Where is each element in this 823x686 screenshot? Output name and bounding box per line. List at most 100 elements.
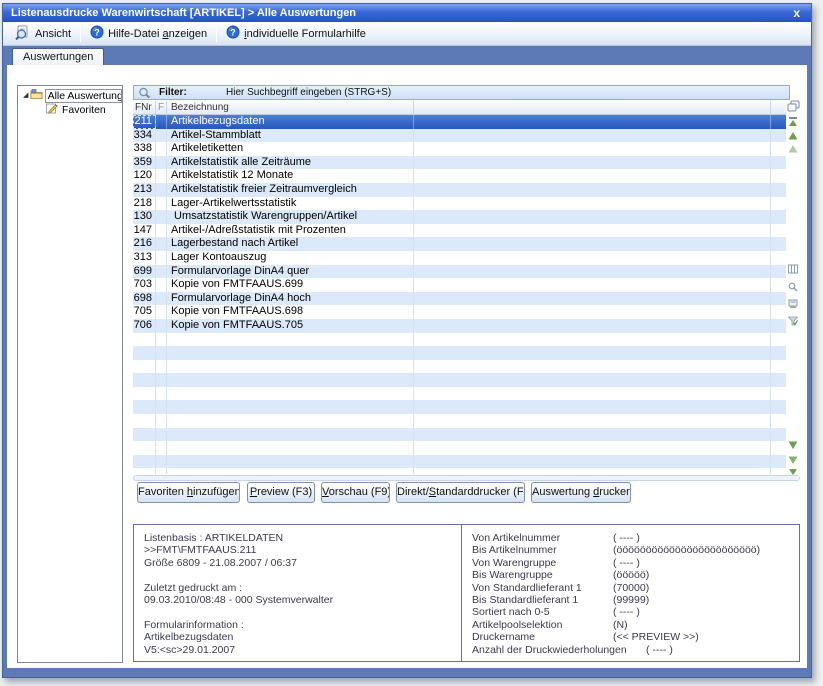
cell-rest bbox=[414, 129, 771, 143]
page-down-icon[interactable] bbox=[788, 455, 798, 465]
tab-label: Auswertungen bbox=[23, 51, 93, 63]
grid-empty-row bbox=[133, 346, 786, 360]
cell-bezeichnung: Artikelstatistik freier Zeitraumvergleic… bbox=[167, 183, 414, 197]
table-row[interactable]: 120Artikelstatistik 12 Monate bbox=[133, 169, 786, 183]
tree-item-label: Alle Auswertungen bbox=[45, 89, 122, 103]
preview-button[interactable]: Preview (F3) bbox=[247, 482, 315, 503]
parameter-label: Von Artikelnummer bbox=[472, 532, 613, 544]
cell-flag bbox=[156, 400, 167, 414]
hilfe-datei-label: Hilfe-Datei anzeigen bbox=[108, 28, 207, 40]
grid-scroll-rail[interactable] bbox=[787, 115, 800, 474]
tree-item-alle-auswertungen[interactable]: ◢ Alle Auswertungen bbox=[18, 89, 122, 103]
table-row[interactable]: 705Kopie von FMTFAAUS.698 bbox=[133, 305, 786, 319]
cell-flag bbox=[156, 169, 167, 183]
cell-flag bbox=[156, 387, 167, 401]
tree-panel: ◢ Alle Auswertungen Favoriten bbox=[17, 85, 123, 663]
parameter-value: ( ---- ) bbox=[613, 557, 640, 569]
cell-bezeichnung: Artikelstatistik alle Zeiträume bbox=[167, 156, 414, 170]
app-window: Listenausdrucke Warenwirtschaft [ARTIKEL… bbox=[2, 3, 812, 678]
column-header-bezeichnung[interactable]: Bezeichnung bbox=[167, 101, 414, 114]
cell-flag bbox=[156, 210, 167, 224]
table-row[interactable]: 218Lager-Artikelwertsstatistik bbox=[133, 197, 786, 211]
scroll-to-top-icon[interactable] bbox=[788, 117, 798, 127]
tree-item-label: Favoriten bbox=[60, 104, 108, 116]
info-line bbox=[144, 569, 457, 581]
cell-fnr: 338 bbox=[133, 142, 156, 156]
title-bar[interactable]: Listenausdrucke Warenwirtschaft [ARTIKEL… bbox=[3, 4, 811, 22]
ansicht-button[interactable]: Ansicht bbox=[8, 24, 78, 44]
cell-bezeichnung bbox=[167, 346, 414, 360]
cell-fnr: 359 bbox=[133, 156, 156, 170]
table-row[interactable]: 706Kopie von FMTFAAUS.705 bbox=[133, 319, 786, 333]
filter-bar[interactable]: Filter: Hier Suchbegriff eingeben (STRG+… bbox=[133, 85, 790, 100]
cell-bezeichnung: Artikeletiketten bbox=[167, 142, 414, 156]
results-grid: Filter: Hier Suchbegriff eingeben (STRG+… bbox=[133, 85, 800, 474]
auswertung-drucken-button[interactable]: Auswertung drucken bbox=[531, 482, 631, 503]
cell-tail bbox=[771, 428, 786, 442]
formularhilfe-button[interactable]: ? individuelle Formularhilfe bbox=[219, 24, 373, 44]
cell-tail bbox=[771, 251, 786, 265]
cell-flag bbox=[156, 237, 167, 251]
parameter-value: (öööööööööööööööööööööööö) bbox=[613, 544, 760, 556]
grid-header[interactable]: FNr F Bezeichnung bbox=[133, 101, 786, 115]
table-row[interactable]: 130 Umsatzstatistik Warengruppen/Artikel bbox=[133, 210, 786, 224]
scroll-up-icon[interactable] bbox=[788, 131, 798, 141]
report-print-icon[interactable] bbox=[788, 299, 798, 309]
info-line: Größe 6809 - 21.08.2007 / 06:37 bbox=[144, 557, 457, 569]
cell-flag bbox=[156, 183, 167, 197]
cell-rest bbox=[414, 373, 771, 387]
cell-rest bbox=[414, 210, 771, 224]
info-line: V5:<sc>29.01.2007 bbox=[144, 644, 457, 656]
tree-item-favoriten[interactable]: Favoriten bbox=[18, 103, 122, 117]
cell-fnr bbox=[133, 441, 156, 455]
cell-bezeichnung: Artikel-/Adreßstatistik mit Prozenten bbox=[167, 224, 414, 238]
cell-flag bbox=[156, 224, 167, 238]
cell-tail bbox=[771, 169, 786, 183]
cell-rest bbox=[414, 115, 771, 129]
close-icon[interactable]: x bbox=[793, 5, 800, 21]
parameter-value: ( ---- ) bbox=[613, 606, 640, 618]
tab-auswertungen[interactable]: Auswertungen bbox=[12, 48, 104, 66]
parameter-row: Anzahl der Druckwiederholungen( ---- ) bbox=[472, 644, 795, 656]
page-up-icon[interactable] bbox=[788, 144, 798, 154]
scroll-down-icon[interactable] bbox=[788, 440, 798, 450]
cell-fnr bbox=[133, 428, 156, 442]
hilfe-datei-button[interactable]: ? Hilfe-Datei anzeigen bbox=[83, 24, 214, 44]
table-row[interactable]: 699Formularvorlage DinA4 quer bbox=[133, 265, 786, 279]
column-header-fnr[interactable]: FNr bbox=[133, 101, 156, 114]
cell-bezeichnung: Lager Kontoauszug bbox=[167, 251, 414, 265]
cell-fnr: 313 bbox=[133, 251, 156, 265]
column-chooser-icon[interactable] bbox=[787, 100, 800, 113]
column-header-f[interactable]: F bbox=[156, 101, 167, 114]
table-row[interactable]: 338 Artikeletiketten bbox=[133, 142, 786, 156]
column-select-icon[interactable] bbox=[788, 264, 798, 274]
search-rail-icon[interactable] bbox=[788, 282, 798, 292]
toolbar-separator bbox=[80, 26, 81, 42]
cell-tail bbox=[771, 360, 786, 374]
filter-funnel-icon[interactable] bbox=[788, 316, 798, 326]
cell-fnr bbox=[133, 455, 156, 469]
grid-empty-row bbox=[133, 387, 786, 401]
table-row[interactable]: 698Formularvorlage DinA4 hoch bbox=[133, 292, 786, 306]
table-row[interactable]: 211Artikelbezugsdaten bbox=[133, 115, 786, 129]
filter-input[interactable]: Hier Suchbegriff eingeben (STRG+S) bbox=[226, 87, 391, 98]
tab-page: ◢ Alle Auswertungen Favoriten bbox=[7, 65, 807, 668]
cell-tail bbox=[771, 237, 786, 251]
cell-flag bbox=[156, 305, 167, 319]
table-row[interactable]: 703Kopie von FMTFAAUS.699 bbox=[133, 278, 786, 292]
formularhilfe-label: individuelle Formularhilfe bbox=[244, 28, 366, 40]
vorschau-button[interactable]: Vorschau (F9) bbox=[321, 482, 390, 503]
table-row[interactable]: 313 Lager Kontoauszug bbox=[133, 251, 786, 265]
table-row[interactable]: 147Artikel-/Adreßstatistik mit Prozenten bbox=[133, 224, 786, 238]
table-row[interactable]: 334Artikel-Stammblatt bbox=[133, 129, 786, 143]
table-row[interactable]: 359 Artikelstatistik alle Zeiträume bbox=[133, 156, 786, 170]
table-row[interactable]: 213Artikelstatistik freier Zeitraumvergl… bbox=[133, 183, 786, 197]
grid-empty-row bbox=[133, 468, 786, 474]
cell-bezeichnung: Formularvorlage DinA4 quer bbox=[167, 265, 414, 279]
cell-bezeichnung: Lager-Artikelwertsstatistik bbox=[167, 197, 414, 211]
direkt-standarddrucker-button[interactable]: Direkt/Standarddrucker (F4) bbox=[396, 482, 525, 503]
horizontal-scrollbar[interactable] bbox=[133, 475, 800, 481]
cell-rest bbox=[414, 468, 771, 474]
table-row[interactable]: 216Lagerbestand nach Artikel bbox=[133, 237, 786, 251]
favoriten-hinzufuegen-button[interactable]: Favoriten hinzufügen bbox=[137, 482, 240, 503]
